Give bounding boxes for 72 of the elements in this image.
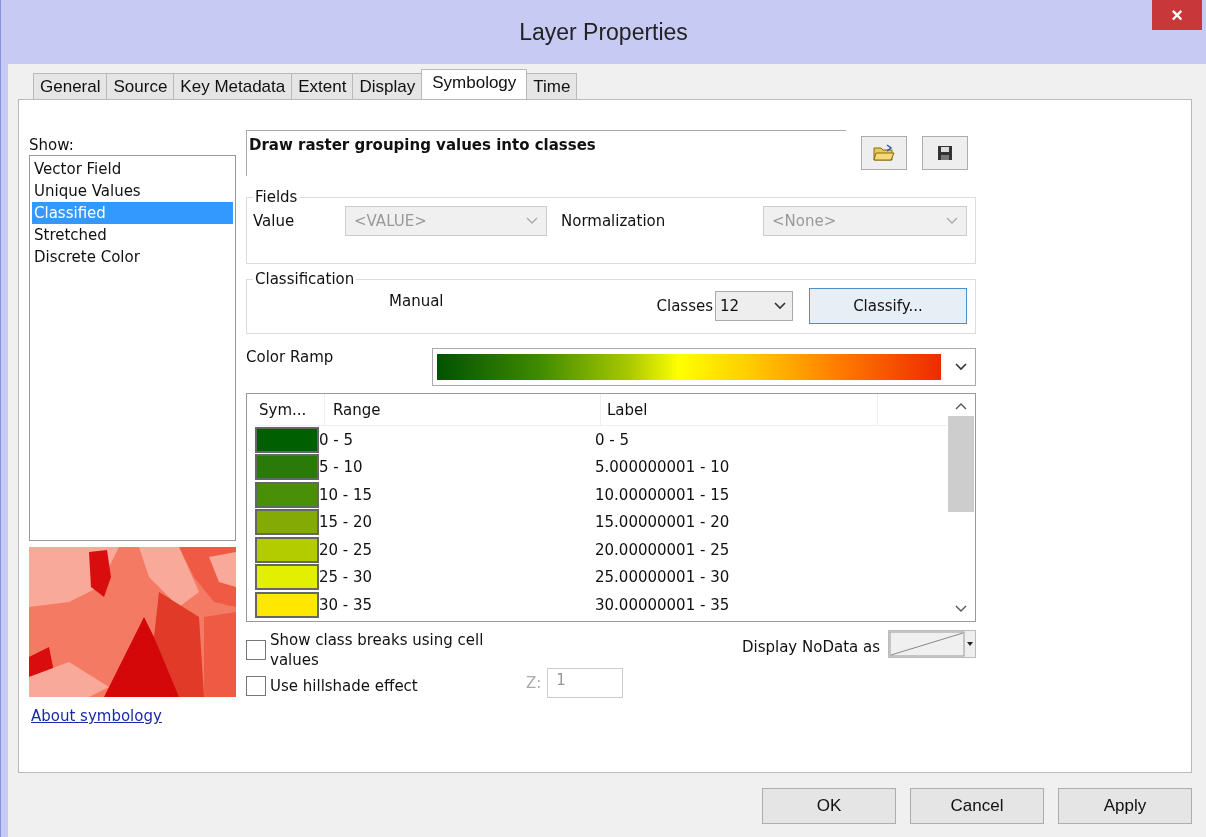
- list-item[interactable]: Unique Values: [32, 180, 233, 202]
- tab[interactable]: Source: [106, 73, 175, 99]
- normalization-label: Normalization: [561, 212, 666, 230]
- table-cell-text: 25 - 30: [319, 568, 374, 587]
- color-swatch[interactable]: [255, 591, 319, 618]
- color-ramp-dropdown[interactable]: [432, 348, 976, 386]
- dialog-button[interactable]: OK: [762, 788, 896, 824]
- chevron-icon: [955, 363, 967, 371]
- list-item[interactable]: Stretched: [32, 224, 233, 246]
- table-cell-text: 15 - 20: [319, 513, 374, 532]
- open-folder-button[interactable]: [861, 136, 907, 170]
- color-swatch[interactable]: [255, 426, 319, 453]
- z-label: Z:: [526, 674, 542, 692]
- table-cell-text: 20.00000001 - 25: [595, 540, 731, 559]
- dialog-button[interactable]: Cancel: [910, 788, 1044, 824]
- table-cell-text: 5.000000001 - 10: [595, 458, 731, 477]
- column-header[interactable]: Label: [601, 394, 878, 425]
- tab[interactable]: Time: [526, 73, 578, 99]
- table-cell-text: 0 - 5: [319, 430, 355, 449]
- tab[interactable]: Key Metadata: [173, 73, 293, 99]
- save-button[interactable]: [922, 136, 968, 170]
- color-swatch[interactable]: [255, 481, 319, 508]
- table-cell-text: 20 - 25: [319, 540, 374, 559]
- color-swatch[interactable]: [255, 564, 319, 591]
- scroll-up-icon: [955, 402, 967, 410]
- dialog-button[interactable]: Apply: [1058, 788, 1192, 824]
- folder-icon: [873, 144, 895, 162]
- nodata-label: Display NoData as: [741, 638, 880, 656]
- about-symbology-link[interactable]: About symbology: [31, 707, 162, 725]
- show-label: Show:: [29, 136, 75, 154]
- column-header[interactable]: Sym...: [255, 394, 325, 425]
- table-cell-text: 10 - 15: [319, 485, 374, 504]
- color-swatch[interactable]: [255, 454, 319, 481]
- table-cell-text: 15.00000001 - 20: [595, 513, 731, 532]
- table-cell-text: 30.00000001 - 35: [595, 595, 731, 614]
- close-button[interactable]: ×: [1152, 0, 1202, 30]
- window-title: Layer Properties: [519, 18, 688, 46]
- nodata-color-picker[interactable]: [888, 630, 976, 658]
- color-ramp-label: Color Ramp: [246, 348, 335, 366]
- classify-button[interactable]: Classify...: [809, 288, 967, 324]
- save-icon: [937, 145, 953, 161]
- color-swatch[interactable]: [255, 536, 319, 563]
- table-cell-text: 10.00000001 - 15: [595, 485, 731, 504]
- column-header[interactable]: Range: [325, 394, 601, 425]
- checkbox[interactable]: [246, 640, 266, 660]
- no-color-swatch-icon: [889, 631, 965, 657]
- tab[interactable]: Display: [352, 73, 423, 99]
- list-item[interactable]: Discrete Color: [32, 246, 233, 268]
- classes-label: Classes: [656, 297, 713, 315]
- table-cell-text: 25.00000001 - 30: [595, 568, 731, 587]
- classes-dropdown[interactable]: 12: [715, 291, 793, 321]
- description-text: Draw raster grouping values into classes: [246, 130, 846, 176]
- checkbox[interactable]: [246, 676, 266, 696]
- list-item[interactable]: Vector Field: [32, 158, 233, 180]
- value-label: Value: [253, 212, 296, 230]
- color-swatch[interactable]: [255, 509, 319, 536]
- chevron-icon: [774, 302, 786, 310]
- table-cell-text: 30 - 35: [319, 595, 374, 614]
- dropdown-arrow-icon: [967, 642, 973, 646]
- table-cell-text: 5 - 10: [319, 458, 364, 477]
- chevron-icon: [946, 217, 958, 225]
- scroll-down-icon: [955, 605, 967, 613]
- option-label: Show class breaks using cell values: [270, 630, 485, 670]
- group-title: Fields: [254, 188, 299, 206]
- tab[interactable]: General: [33, 73, 108, 99]
- tab[interactable]: Symbology: [421, 69, 528, 99]
- group-title: Classification: [254, 270, 356, 288]
- option-label: Use hillshade effect: [270, 676, 419, 696]
- chevron-icon: [526, 217, 538, 225]
- table-cell-text: 0 - 5: [595, 430, 631, 449]
- method-text: Manual: [389, 292, 444, 310]
- tab[interactable]: Extent: [291, 73, 354, 99]
